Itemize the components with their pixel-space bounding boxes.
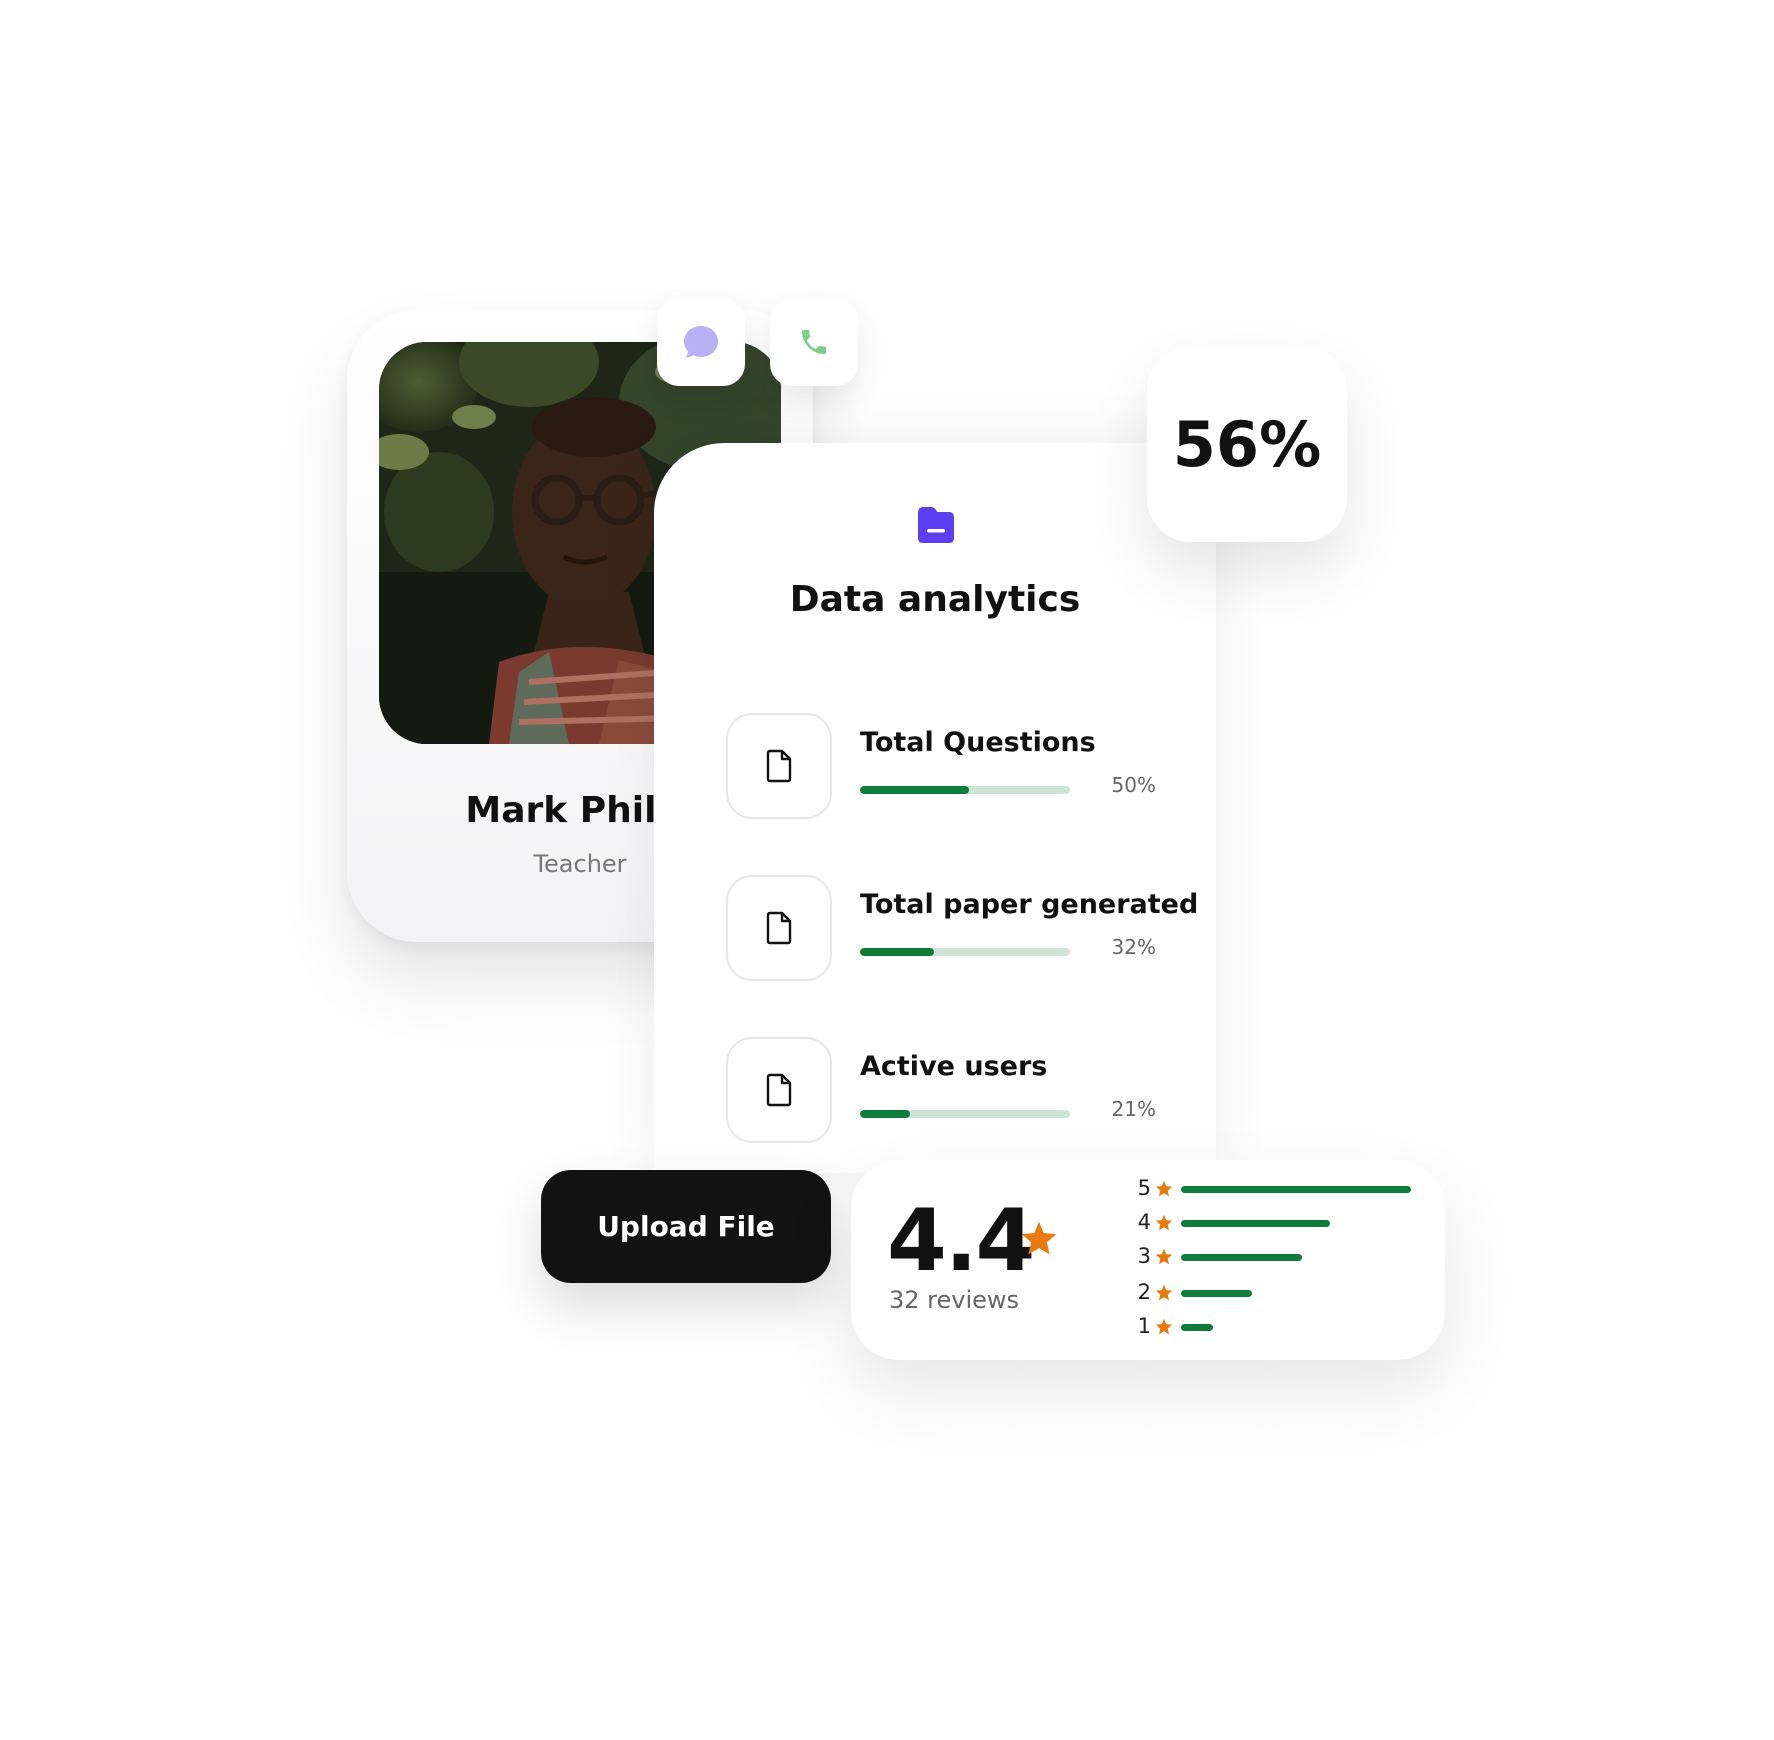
rating-card: 4.4 32 reviews 5 4 3 2 1: [851, 1160, 1445, 1360]
chat-bubble-icon: [684, 326, 718, 358]
metric-total-questions: Total Questions 50%: [726, 713, 1186, 819]
progress-track: [860, 948, 1070, 956]
metric-value: 32%: [1111, 935, 1156, 959]
analytics-title: Data analytics: [789, 579, 1081, 620]
document-icon: [766, 911, 792, 945]
metric-icon-box: [726, 713, 832, 819]
progress-track: [860, 1110, 1070, 1118]
star-icon: [1155, 1248, 1173, 1265]
rating-row-label: 5: [1137, 1176, 1151, 1200]
rating-row-label: 2: [1137, 1280, 1151, 1304]
rating-row-bar: [1181, 1254, 1302, 1261]
rating-row-label: 4: [1137, 1210, 1151, 1234]
metric-value: 21%: [1111, 1097, 1156, 1121]
rating-row-bar: [1181, 1186, 1411, 1193]
metric-label: Active users: [860, 1051, 1048, 1082]
chat-button[interactable]: [657, 298, 745, 386]
star-icon: [1155, 1318, 1173, 1335]
rating-row-label: 3: [1137, 1244, 1151, 1268]
rating-row-5: 5: [1131, 1174, 1431, 1204]
rating-reviews: 32 reviews: [889, 1286, 1020, 1314]
rating-row-3: 3: [1131, 1242, 1431, 1272]
progress-fill: [860, 1110, 911, 1118]
rating-row-bar: [1181, 1290, 1252, 1297]
rating-row-2: 2: [1131, 1278, 1431, 1308]
metric-icon-box: [726, 1037, 832, 1143]
folder-icon: [918, 507, 954, 543]
metric-value: 50%: [1111, 773, 1156, 797]
rating-row-4: 4: [1131, 1208, 1431, 1238]
rating-score: 4.4: [887, 1191, 1035, 1291]
rating-row-label: 1: [1137, 1314, 1151, 1338]
metric-label: Total Questions: [860, 727, 1096, 758]
metric-icon-box: [726, 875, 832, 981]
upload-file-button[interactable]: Upload File: [541, 1170, 831, 1283]
metric-label: Total paper generated: [860, 889, 1199, 920]
document-icon: [766, 749, 792, 783]
rating-row-1: 1: [1131, 1312, 1431, 1342]
progress-fill: [860, 786, 970, 794]
percent-badge: 56%: [1147, 346, 1347, 542]
progress-track: [860, 786, 1070, 794]
rating-row-bar: [1181, 1220, 1330, 1227]
analytics-card: Data analytics Total Questions 50% Total…: [654, 443, 1216, 1173]
document-icon: [766, 1073, 792, 1107]
metric-total-paper-generated: Total paper generated 32%: [726, 875, 1198, 981]
metric-active-users: Active users 21%: [726, 1037, 1186, 1143]
progress-fill: [860, 948, 934, 956]
phone-icon: [802, 330, 826, 354]
star-icon: [1155, 1214, 1173, 1231]
star-icon: [1021, 1221, 1057, 1255]
star-icon: [1155, 1284, 1173, 1301]
call-button[interactable]: [770, 298, 858, 386]
star-icon: [1155, 1180, 1173, 1197]
rating-row-bar: [1181, 1324, 1213, 1331]
